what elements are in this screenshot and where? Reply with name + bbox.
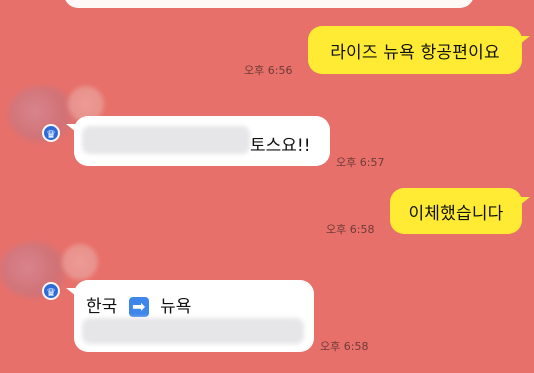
incoming-message-bubble[interactable]: 토스요!! (74, 116, 330, 166)
chat-window: 라이즈 뉴욕 항공편이요 오후 6:56 ♛ 토스요!! 오후 6:57 이체했… (0, 0, 534, 373)
previous-message-bubble[interactable] (64, 0, 474, 8)
bubble-tail (520, 36, 530, 44)
from-location: 한국 (86, 297, 118, 317)
sender-avatar-secondary (62, 244, 98, 280)
message-time: 오후 6:58 (326, 223, 375, 236)
incoming-message-bubble[interactable]: 한국 ➡ 뉴욕 (74, 280, 314, 352)
message-text: 라이즈 뉴욕 항공편이요 (330, 42, 500, 63)
crown-icon: ♛ (42, 282, 60, 300)
message-text: 토스요!! (250, 136, 311, 156)
to-location: 뉴욕 (160, 297, 192, 317)
crown-icon: ♛ (42, 124, 60, 142)
right-arrow-icon: ➡ (128, 297, 149, 317)
message-text-line: 한국 ➡ 뉴욕 (86, 292, 191, 317)
outgoing-message-bubble[interactable]: 이체했습니다 (390, 188, 522, 234)
message-time: 오후 6:56 (244, 64, 293, 77)
bubble-tail (520, 197, 530, 205)
message-time: 오후 6:58 (320, 340, 369, 353)
message-text: 이체했습니다 (408, 203, 504, 224)
bubble-tail (66, 288, 76, 296)
redacted-text (82, 318, 304, 344)
message-time: 오후 6:57 (336, 156, 385, 169)
redacted-text (82, 126, 250, 154)
outgoing-message-bubble[interactable]: 라이즈 뉴욕 항공편이요 (308, 26, 522, 74)
bubble-tail (66, 124, 76, 132)
